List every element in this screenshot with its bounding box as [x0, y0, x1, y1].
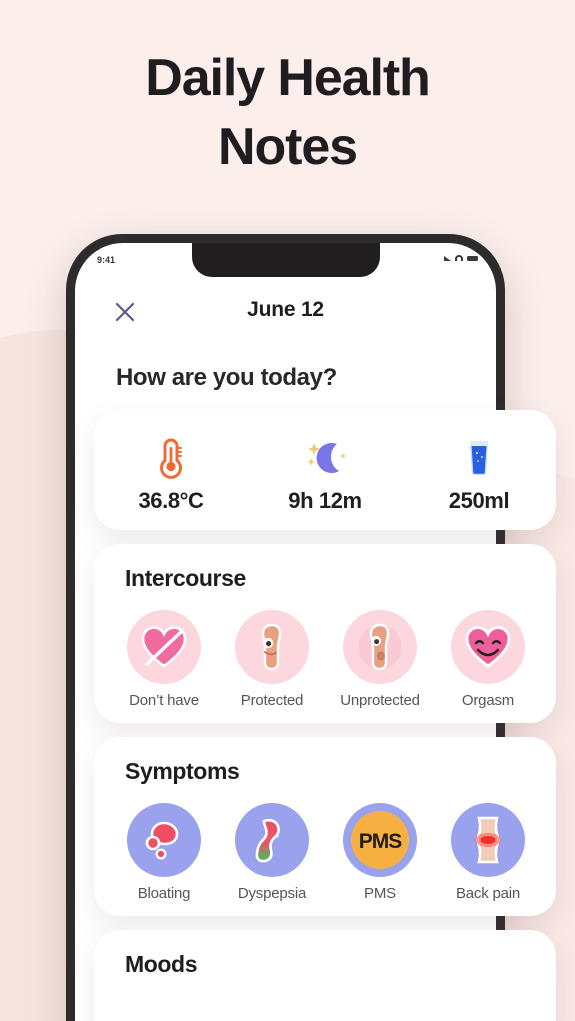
back-pain-icon — [475, 816, 501, 864]
option-label: Dyspepsia — [237, 885, 307, 902]
option-label: PMS — [364, 885, 396, 902]
condom-drop-icon — [359, 623, 401, 671]
option-circle — [127, 610, 201, 684]
metric-water[interactable]: 250ml — [402, 430, 556, 514]
option-label: Back pain — [455, 885, 521, 902]
option-circle — [451, 803, 525, 877]
option-label: Orgasm — [461, 692, 515, 709]
option-row: Don’t have Protected Unprotected Orgasm — [94, 592, 556, 723]
metric-sleep[interactable]: 9h 12m — [248, 430, 402, 514]
wifi-icon — [455, 255, 463, 261]
status-bar-time: 9:41 — [97, 255, 116, 265]
moon-icon — [248, 430, 402, 484]
metric-value: 250ml — [448, 488, 510, 513]
option-circle — [343, 610, 417, 684]
option-back-pain[interactable]: Back pain — [440, 803, 536, 902]
option-partial[interactable]: Dy — [548, 803, 556, 902]
page-title: Daily Health Notes — [0, 44, 575, 182]
option-label: Don’t have — [129, 692, 199, 709]
card-stack: 36.8°C 9h 12m 250ml Intercourse Don’t ha… — [94, 410, 556, 1021]
header-date: June 12 — [247, 298, 324, 321]
option-label: Bloating — [137, 885, 191, 902]
status-bar-icons — [444, 255, 478, 261]
water-glass-icon — [402, 430, 556, 484]
option-label: Dy — [548, 885, 556, 902]
heart-smile-icon — [465, 626, 511, 668]
option-dyspepsia[interactable]: Dyspepsia — [224, 803, 320, 902]
daily-metrics-card: 36.8°C 9h 12m 250ml — [94, 410, 556, 530]
option-unprotected[interactable]: Unprotected — [332, 610, 428, 709]
option-circle — [451, 610, 525, 684]
phone-notch — [191, 243, 380, 277]
option-orgasm[interactable]: Orgasm — [440, 610, 536, 709]
stomach-icon — [255, 818, 280, 863]
heart-slash-icon — [141, 626, 187, 668]
pms-badge-icon: PMS — [351, 811, 409, 869]
app-header: June 12 — [75, 295, 496, 335]
option-label: Unprotected — [340, 692, 420, 709]
option-row: Bloating Dyspepsia PMS PMS Back pain — [94, 785, 556, 916]
option-partial[interactable]: Dy — [548, 610, 556, 709]
page-title-line-1: Daily Health — [145, 49, 431, 107]
page-question: How are you today? — [116, 364, 337, 391]
option-dont-have[interactable]: Don’t have — [116, 610, 212, 709]
option-circle — [235, 610, 309, 684]
page-title-line-2: Notes — [218, 118, 358, 177]
signal-icon — [444, 255, 451, 261]
section-card-intercourse: Intercourse Don’t have Protected Unprote… — [94, 544, 556, 723]
section-title: Moods — [125, 951, 198, 977]
thermometer-icon — [94, 430, 248, 484]
option-circle — [235, 803, 309, 877]
close-icon — [115, 302, 135, 322]
option-bloating[interactable]: Bloating — [116, 803, 212, 902]
option-label: Protected — [240, 692, 304, 709]
metric-value: 9h 12m — [288, 488, 362, 513]
option-label: Dy — [548, 692, 556, 709]
bloating-icon — [145, 821, 179, 860]
option-circle — [127, 803, 201, 877]
section-title: Symptoms — [125, 758, 240, 784]
metric-value: 36.8°C — [138, 488, 204, 513]
option-pms[interactable]: PMS PMS — [332, 803, 428, 902]
close-button[interactable] — [112, 299, 138, 325]
section-card-symptoms: Symptoms Bloating Dyspepsia PMS PMS Back… — [94, 737, 556, 916]
app-store-screenshot: Daily Health Notes 9:41 June 12 How are … — [0, 0, 575, 1021]
svg-text:PMS: PMS — [359, 830, 403, 853]
metric-temperature[interactable]: 36.8°C — [94, 430, 248, 514]
option-protected[interactable]: Protected — [224, 610, 320, 709]
option-circle: PMS — [343, 803, 417, 877]
section-title: Intercourse — [125, 565, 246, 591]
condom-icon — [261, 623, 282, 671]
section-card-moods: Moods — [94, 930, 556, 1021]
battery-icon — [467, 255, 478, 261]
